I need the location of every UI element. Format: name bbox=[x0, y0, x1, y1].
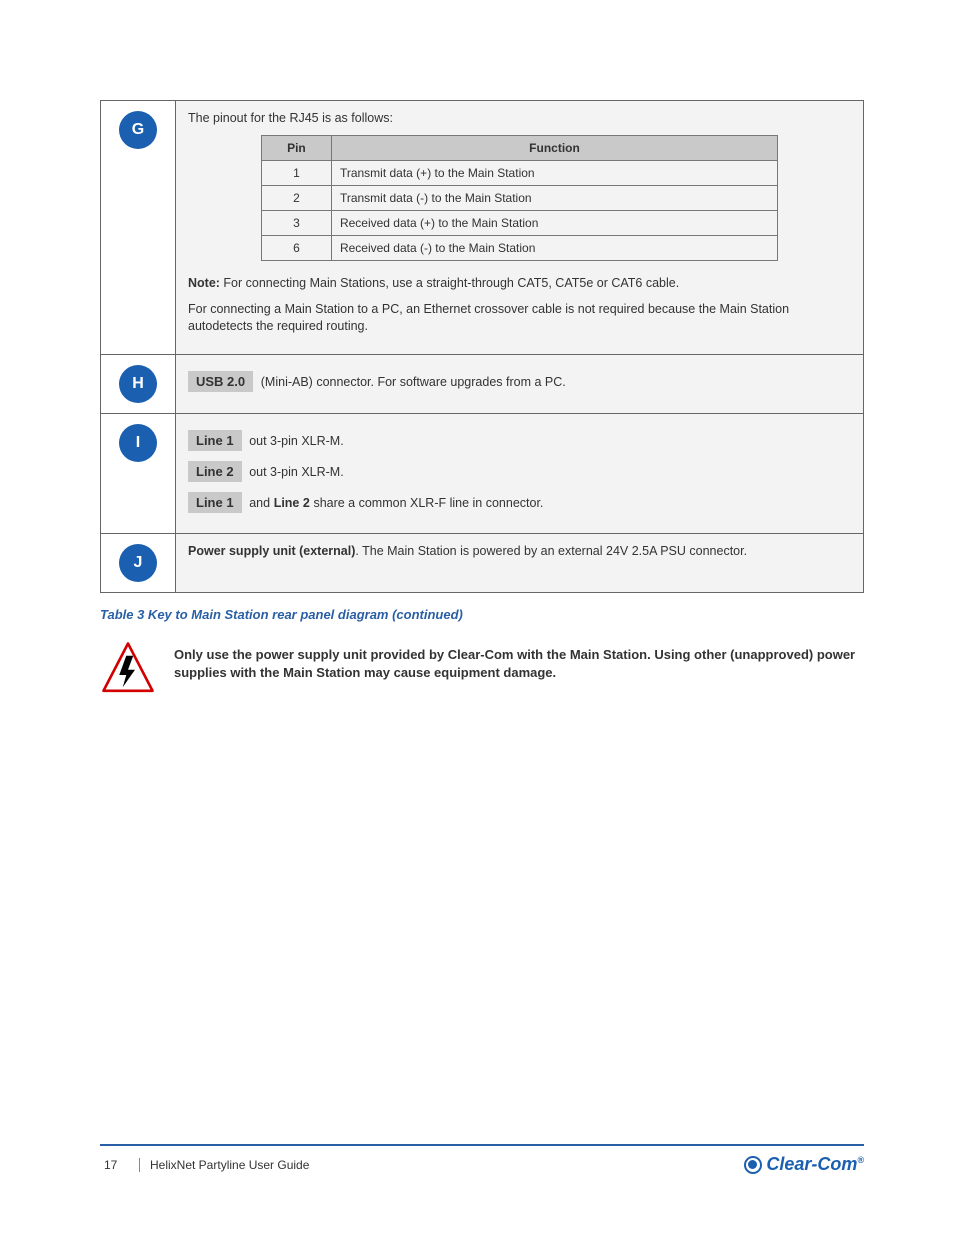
pinout-header-function: Function bbox=[331, 136, 777, 161]
brand-logo-icon bbox=[744, 1156, 762, 1174]
page-footer: 17 HelixNet Partyline User Guide Clear-C… bbox=[100, 1144, 864, 1175]
marker-g-circle: G bbox=[119, 111, 157, 149]
content-g: The pinout for the RJ45 is as follows: P… bbox=[176, 101, 864, 355]
high-voltage-icon bbox=[100, 640, 156, 699]
table-row: 1 Transmit data (+) to the Main Station bbox=[261, 161, 777, 186]
table-caption: Table 3 Key to Main Station rear panel d… bbox=[100, 607, 864, 622]
pinout-table: Pin Function 1 Transmit data (+) to the … bbox=[261, 135, 778, 261]
line1-out-label: Line 1 bbox=[188, 430, 242, 451]
content-h: USB 2.0 (Mini-AB) connector. For softwar… bbox=[176, 354, 864, 413]
table-row: 6 Received data (-) to the Main Station bbox=[261, 236, 777, 261]
page-number: 17 bbox=[100, 1158, 140, 1172]
pinout-header-pin: Pin bbox=[261, 136, 331, 161]
feature-table: G The pinout for the RJ45 is as follows:… bbox=[100, 100, 864, 593]
marker-cell-g: G bbox=[101, 101, 176, 355]
marker-h-circle: H bbox=[119, 365, 157, 403]
marker-cell-h: H bbox=[101, 354, 176, 413]
warning-text: Only use the power supply unit provided … bbox=[174, 640, 864, 682]
marker-i-circle: I bbox=[119, 424, 157, 462]
content-j: Power supply unit (external). The Main S… bbox=[176, 533, 864, 592]
content-i: Line 1 out 3-pin XLR-M. Line 2 out 3-pin… bbox=[176, 413, 864, 533]
line1-shared-label: Line 1 bbox=[188, 492, 242, 513]
pinout-intro: The pinout for the RJ45 is as follows: bbox=[188, 111, 851, 125]
line2-out-label: Line 2 bbox=[188, 461, 242, 482]
table-row: 3 Received data (+) to the Main Station bbox=[261, 211, 777, 236]
usb-label: USB 2.0 bbox=[188, 371, 253, 392]
warning-block: Only use the power supply unit provided … bbox=[100, 640, 864, 699]
marker-cell-j: J bbox=[101, 533, 176, 592]
doc-title: HelixNet Partyline User Guide bbox=[140, 1158, 744, 1172]
brand-logo: Clear-Com® bbox=[744, 1154, 864, 1175]
note-block: Note: For connecting Main Stations, use … bbox=[188, 275, 851, 336]
marker-j-circle: J bbox=[119, 544, 157, 582]
table-row: 2 Transmit data (-) to the Main Station bbox=[261, 186, 777, 211]
marker-cell-i: I bbox=[101, 413, 176, 533]
